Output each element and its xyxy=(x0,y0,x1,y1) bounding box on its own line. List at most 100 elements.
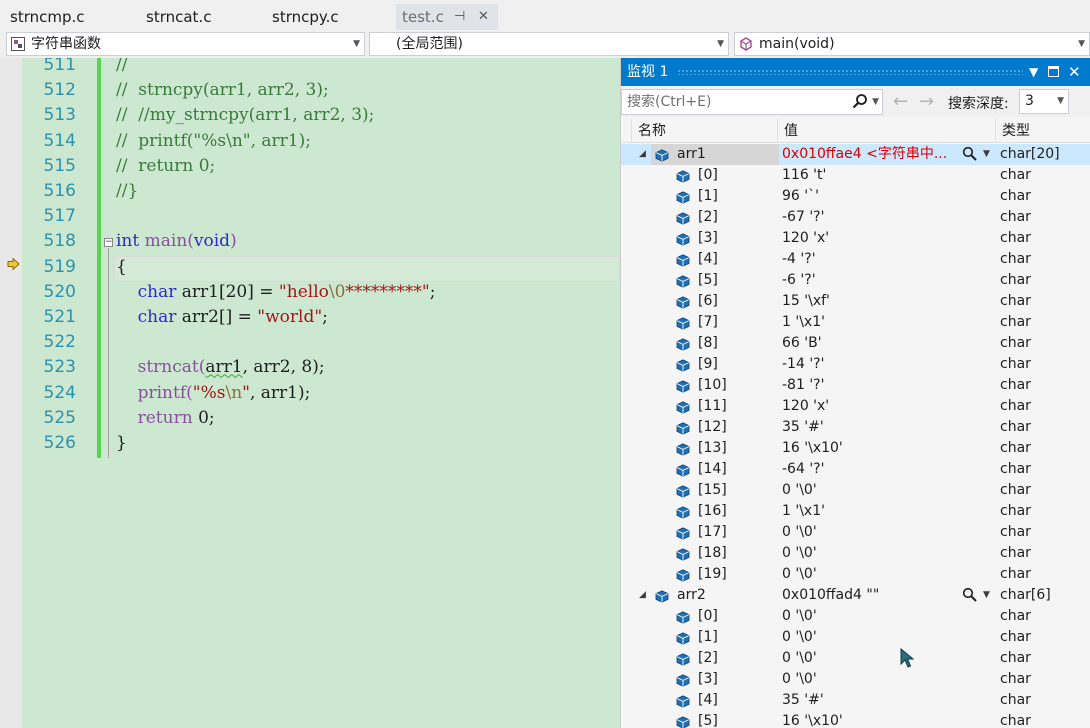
tab-strncmp[interactable]: strncmp.c xyxy=(0,4,130,30)
watch-value[interactable]: 16 '\x10' xyxy=(782,438,843,459)
chevron-down-icon[interactable]: ▼ xyxy=(983,144,990,165)
chevron-down-icon[interactable]: ▼ xyxy=(983,585,990,606)
watch-value[interactable]: 0 '\0' xyxy=(782,669,817,690)
search-depth-select[interactable]: 3 ▼ xyxy=(1019,89,1069,114)
code-line[interactable]: 511 // xyxy=(0,58,620,78)
watch-value[interactable]: -4 '?' xyxy=(782,249,816,270)
watch-value[interactable]: 35 '#' xyxy=(782,690,824,711)
global-scope-combo[interactable]: (全局范围) ▼ xyxy=(369,32,729,56)
watch-value[interactable]: -67 '?' xyxy=(782,207,824,228)
watch-element-row[interactable]: [3] 0 '\0' char xyxy=(621,669,1090,690)
watch-element-row[interactable]: [16] 1 '\x1' char xyxy=(621,501,1090,522)
watch-element-row[interactable]: [17] 0 '\0' char xyxy=(621,522,1090,543)
watch-element-row[interactable]: [10] -81 '?' char xyxy=(621,375,1090,396)
watch-value[interactable]: 120 'x' xyxy=(782,228,829,249)
watch-value[interactable]: -14 '?' xyxy=(782,354,824,375)
watch-element-row[interactable]: [2] -67 '?' char xyxy=(621,207,1090,228)
watch-element-row[interactable]: [5] 16 '\x10' char xyxy=(621,711,1090,728)
maximize-icon[interactable] xyxy=(1048,58,1059,87)
watch-element-row[interactable]: [1] 0 '\0' char xyxy=(621,627,1090,648)
watch-element-row[interactable]: [1] 96 '`' char xyxy=(621,186,1090,207)
watch-title-bar[interactable]: 监视 1 ▼ ✕ xyxy=(621,58,1090,86)
watch-value[interactable]: 0x010ffad4 "" xyxy=(782,585,879,606)
search-icon[interactable] xyxy=(852,93,868,109)
watch-element-row[interactable]: [0] 0 '\0' char xyxy=(621,606,1090,627)
watch-value[interactable]: 1 '\x1' xyxy=(782,501,825,522)
watch-element-row[interactable]: [8] 66 'B' char xyxy=(621,333,1090,354)
watch-value[interactable]: 15 '\xf' xyxy=(782,291,830,312)
watch-element-row[interactable]: [4] 35 '#' char xyxy=(621,690,1090,711)
pin-icon[interactable]: ⊣ xyxy=(454,4,465,30)
watch-value[interactable]: 0 '\0' xyxy=(782,543,817,564)
code-line[interactable]: 525 return 0; xyxy=(0,406,620,431)
code-line[interactable]: 514 // printf("%s\n", arr1); xyxy=(0,129,620,154)
code-line[interactable]: 513 // //my_strncpy(arr1, arr2, 3); xyxy=(0,103,620,128)
watch-element-row[interactable]: [19] 0 '\0' char xyxy=(621,564,1090,585)
visualizer-icon[interactable] xyxy=(962,587,978,603)
tab-strncpy[interactable]: strncpy.c xyxy=(262,4,392,30)
expand-toggle-icon[interactable]: ◢ xyxy=(639,585,646,606)
watch-variable-row[interactable]: ◢ arr1 0x010ffae4 <字符串中... ▼ char[20] xyxy=(621,144,1090,165)
expand-toggle-icon[interactable]: ◢ xyxy=(639,144,646,165)
watch-variable-row[interactable]: ◢ arr2 0x010ffad4 "" ▼ char[6] xyxy=(621,585,1090,606)
watch-value[interactable]: 0x010ffae4 <字符串中... xyxy=(782,144,947,165)
window-menu-dropdown-icon[interactable]: ▼ xyxy=(1029,58,1038,86)
watch-value[interactable]: 0 '\0' xyxy=(782,522,817,543)
watch-element-row[interactable]: [12] 35 '#' char xyxy=(621,417,1090,438)
column-name[interactable]: 名称 xyxy=(631,119,777,143)
code-line[interactable]: 523 strncat(arr1, arr2, 8); xyxy=(0,355,620,380)
close-icon[interactable]: ✕ xyxy=(1068,58,1081,86)
search-input[interactable]: 搜索(Ctrl+E) ▼ xyxy=(621,89,883,115)
tab-strncat[interactable]: strncat.c xyxy=(136,4,262,30)
column-value[interactable]: 值 xyxy=(777,119,995,143)
watch-element-row[interactable]: [15] 0 '\0' char xyxy=(621,480,1090,501)
watch-element-row[interactable]: [11] 120 'x' char xyxy=(621,396,1090,417)
watch-element-row[interactable]: [2] 0 '\0' char xyxy=(621,648,1090,669)
code-line[interactable]: 519 { xyxy=(0,255,620,280)
watch-value[interactable]: 1 '\x1' xyxy=(782,312,825,333)
search-previous-icon[interactable]: ← xyxy=(893,91,908,112)
watch-value[interactable]: 0 '\0' xyxy=(782,648,817,669)
watch-element-row[interactable]: [18] 0 '\0' char xyxy=(621,543,1090,564)
code-line[interactable]: 522 xyxy=(0,330,620,355)
code-line[interactable]: 526} xyxy=(0,431,620,456)
chevron-down-icon[interactable]: ▼ xyxy=(872,90,879,114)
watch-value[interactable]: 0 '\0' xyxy=(782,627,817,648)
watch-value[interactable]: 0 '\0' xyxy=(782,564,817,585)
search-next-icon[interactable]: → xyxy=(919,91,934,112)
watch-value[interactable]: 116 't' xyxy=(782,165,826,186)
watch-element-row[interactable]: [7] 1 '\x1' char xyxy=(621,312,1090,333)
code-editor[interactable]: − 511//512// strncpy(arr1, arr2, 3); 513/… xyxy=(0,58,620,728)
watch-element-row[interactable]: [4] -4 '?' char xyxy=(621,249,1090,270)
watch-element-row[interactable]: [0] 116 't' char xyxy=(621,165,1090,186)
watch-element-row[interactable]: [14] -64 '?' char xyxy=(621,459,1090,480)
code-line[interactable]: 516 //} xyxy=(0,179,620,204)
code-line[interactable]: 515 // return 0; xyxy=(0,154,620,179)
code-line[interactable]: 520 char arr1[20] = "hello\0*********"; xyxy=(0,280,620,305)
code-line[interactable]: 517 xyxy=(0,204,620,229)
watch-value[interactable]: 96 '`' xyxy=(782,186,819,207)
project-scope-combo[interactable]: 字符串函数 ▼ xyxy=(6,32,365,56)
code-line[interactable]: 512 // strncpy(arr1, arr2, 3); xyxy=(0,78,620,103)
watch-value[interactable]: 0 '\0' xyxy=(782,480,817,501)
code-line[interactable]: 518 int main(void) xyxy=(0,229,620,254)
close-icon[interactable]: ✕ xyxy=(478,4,489,30)
watch-value[interactable]: 35 '#' xyxy=(782,417,824,438)
function-combo[interactable]: main(void) ▼ xyxy=(734,32,1090,56)
watch-element-row[interactable]: [9] -14 '?' char xyxy=(621,354,1090,375)
watch-value[interactable]: 0 '\0' xyxy=(782,606,817,627)
watch-value[interactable]: -81 '?' xyxy=(782,375,824,396)
code-line[interactable]: 521 char arr2[] = "world"; xyxy=(0,305,620,330)
watch-value[interactable]: 16 '\x10' xyxy=(782,711,843,728)
watch-element-row[interactable]: [6] 15 '\xf' char xyxy=(621,291,1090,312)
watch-element-row[interactable]: [5] -6 '?' char xyxy=(621,270,1090,291)
column-type[interactable]: 类型 xyxy=(995,119,1090,143)
watch-element-row[interactable]: [3] 120 'x' char xyxy=(621,228,1090,249)
watch-value[interactable]: 120 'x' xyxy=(782,396,829,417)
watch-value[interactable]: -64 '?' xyxy=(782,459,824,480)
watch-value[interactable]: 66 'B' xyxy=(782,333,822,354)
watch-value[interactable]: -6 '?' xyxy=(782,270,816,291)
code-line[interactable]: 524 printf("%s\n", arr1); xyxy=(0,381,620,406)
watch-element-row[interactable]: [13] 16 '\x10' char xyxy=(621,438,1090,459)
visualizer-icon[interactable] xyxy=(962,146,978,162)
